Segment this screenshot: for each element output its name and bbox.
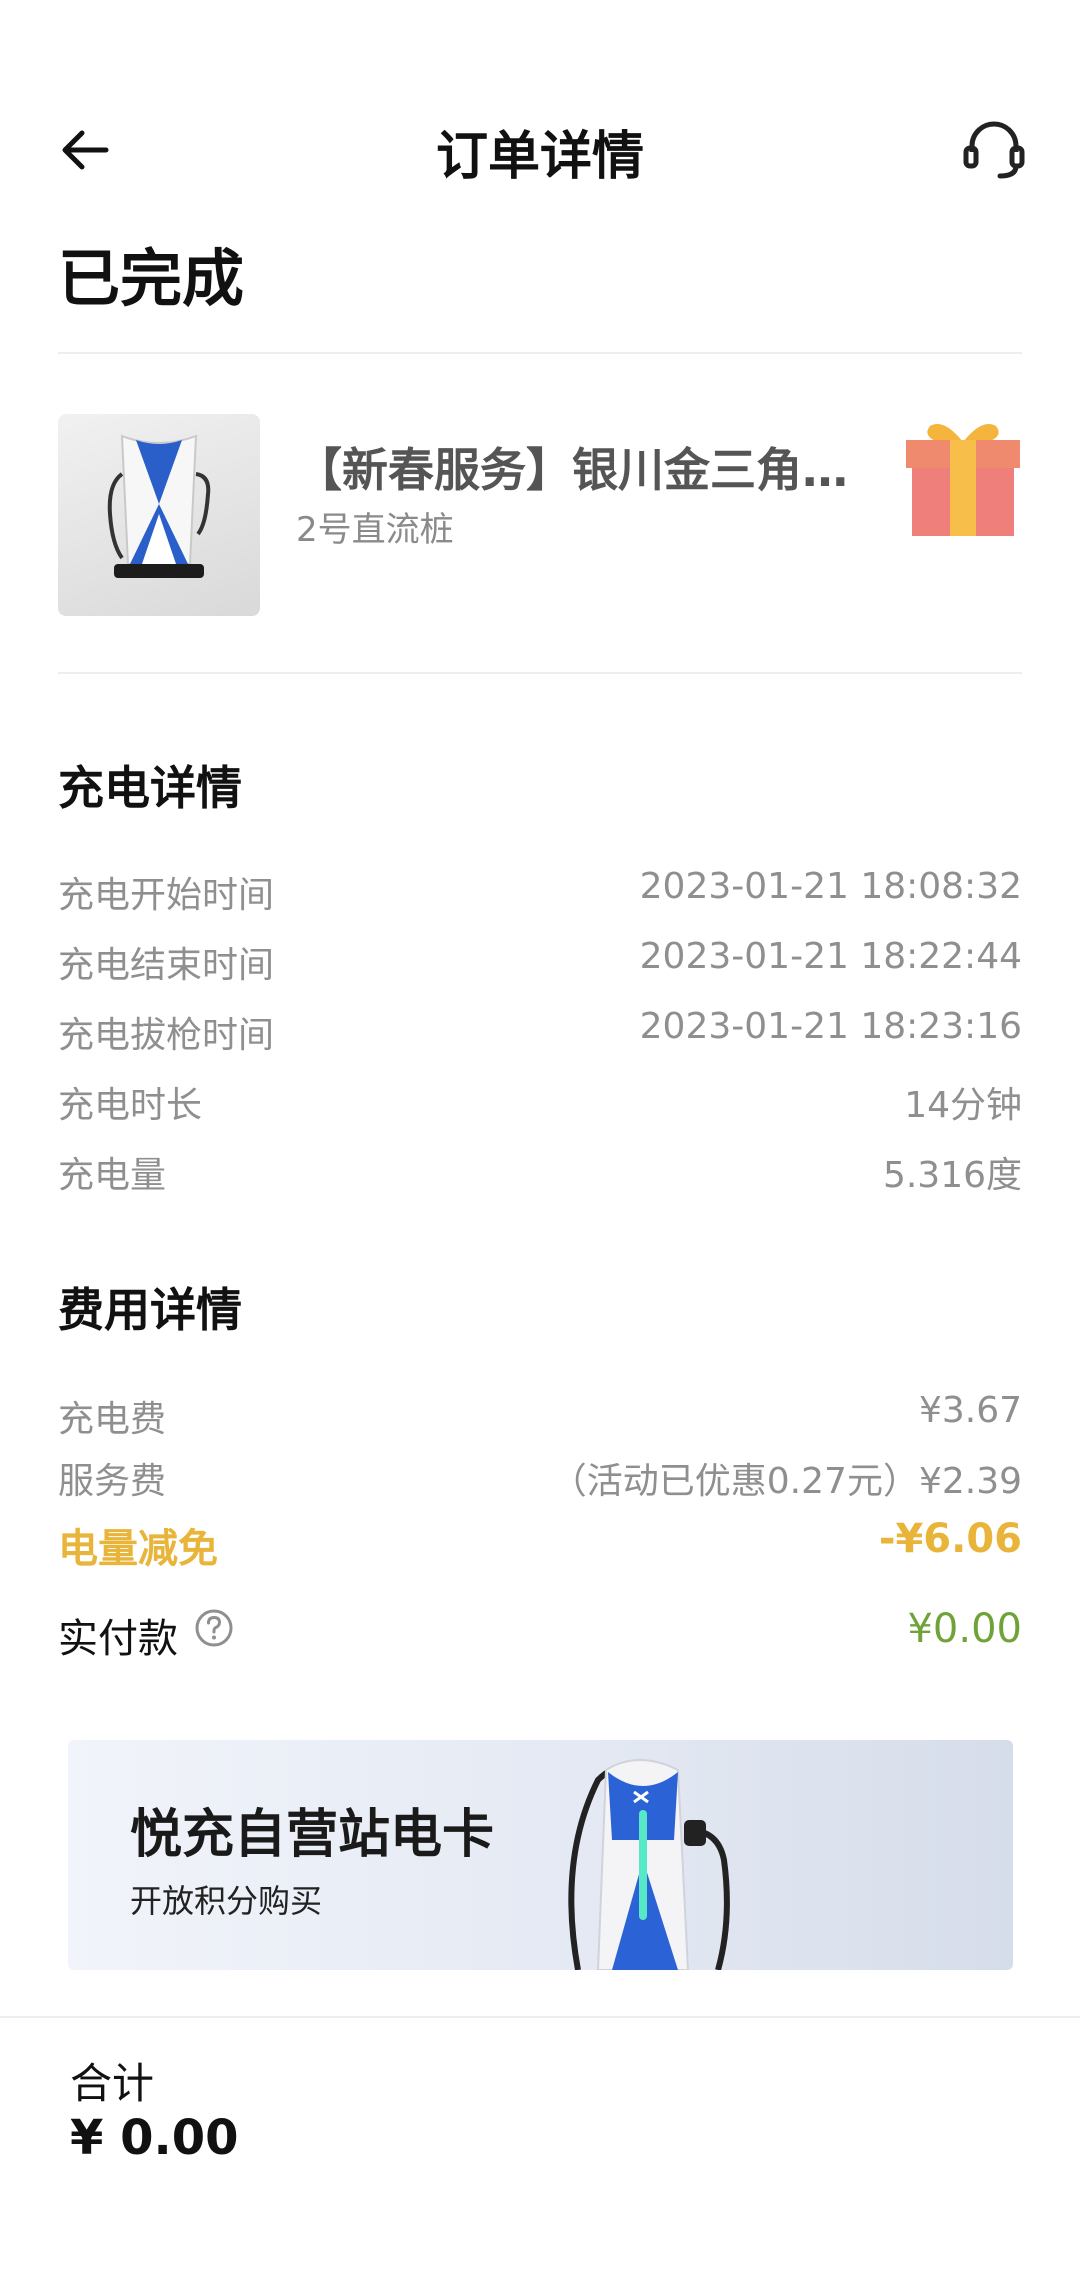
charger-number: 2号直流桩 xyxy=(296,510,454,550)
banner-title: 悦充自营站电卡 xyxy=(130,1805,495,1865)
row-value: 2023-01-21 18:22:44 xyxy=(639,936,1022,977)
row-label: 充电费 xyxy=(58,1399,167,1440)
row-value: 2023-01-21 18:23:16 xyxy=(639,1006,1022,1047)
headset-icon xyxy=(963,121,1025,179)
station-card[interactable]: 【新春服务】银川金三角… 2号直流桩 xyxy=(58,414,1022,618)
divider xyxy=(58,352,1022,354)
detail-row-end-time: 充电结束时间 2023-01-21 18:22:44 xyxy=(58,936,1022,992)
row-label: 实付款 xyxy=(58,1616,178,1662)
row-value: ¥0.00 xyxy=(907,1606,1022,1652)
detail-row-duration: 充电时长 14分钟 xyxy=(58,1076,1022,1132)
row-label: 服务费 xyxy=(58,1461,167,1502)
bottom-total-bar: 合计 ¥ 0.00 xyxy=(0,2016,1080,2271)
promo-banner[interactable]: 悦充自营站电卡 开放积分购买 xyxy=(68,1740,1013,1970)
order-status: 已完成 xyxy=(58,242,245,315)
detail-row-start-time: 充电开始时间 2023-01-21 18:08:32 xyxy=(58,866,1022,922)
fee-details-title: 费用详情 xyxy=(58,1283,242,1337)
row-value: 5.316度 xyxy=(882,1155,1022,1196)
detail-row-energy: 充电量 5.316度 xyxy=(58,1146,1022,1202)
station-name: 【新春服务】银川金三角… xyxy=(296,443,848,497)
page-title: 订单详情 xyxy=(435,127,644,187)
row-value: 2023-01-21 18:08:32 xyxy=(639,866,1022,907)
row-label: 充电结束时间 xyxy=(58,945,275,986)
gift-button[interactable] xyxy=(904,414,1022,538)
charging-details-title: 充电详情 xyxy=(58,761,242,815)
gift-icon xyxy=(906,424,1020,536)
row-value: （活动已优惠0.27元）¥2.39 xyxy=(550,1461,1022,1502)
total-label: 合计 xyxy=(70,2059,155,2108)
question-circle-icon xyxy=(195,1609,233,1647)
customer-service-button[interactable] xyxy=(960,114,1028,182)
row-value: -¥6.06 xyxy=(878,1516,1022,1562)
row-label: 充电量 xyxy=(58,1155,167,1196)
row-label: 充电开始时间 xyxy=(58,875,275,916)
detail-row-unplug-time: 充电拔枪时间 2023-01-21 18:23:16 xyxy=(58,1006,1022,1062)
help-button[interactable] xyxy=(194,1608,234,1648)
row-label: 充电时长 xyxy=(58,1085,203,1126)
fee-row-paid: 实付款 ¥0.00 xyxy=(58,1606,1022,1662)
row-value: ¥3.67 xyxy=(918,1390,1022,1431)
charger-illustration xyxy=(568,1759,730,1970)
divider xyxy=(58,672,1022,674)
fee-row-service: 服务费 （活动已优惠0.27元）¥2.39 xyxy=(58,1452,1022,1508)
top-nav-bar: 订单详情 xyxy=(0,100,1080,196)
banner-subtitle: 开放积分购买 xyxy=(130,1882,323,1920)
row-value: 14分钟 xyxy=(904,1085,1022,1126)
fee-row-discount: 电量减免 -¥6.06 xyxy=(58,1516,1022,1572)
row-label: 电量减免 xyxy=(58,1526,218,1572)
fee-row-charging: 充电费 ¥3.67 xyxy=(58,1390,1022,1446)
row-label: 充电拔枪时间 xyxy=(58,1015,275,1056)
charger-image xyxy=(58,414,260,616)
total-amount: ¥ 0.00 xyxy=(70,2110,239,2166)
